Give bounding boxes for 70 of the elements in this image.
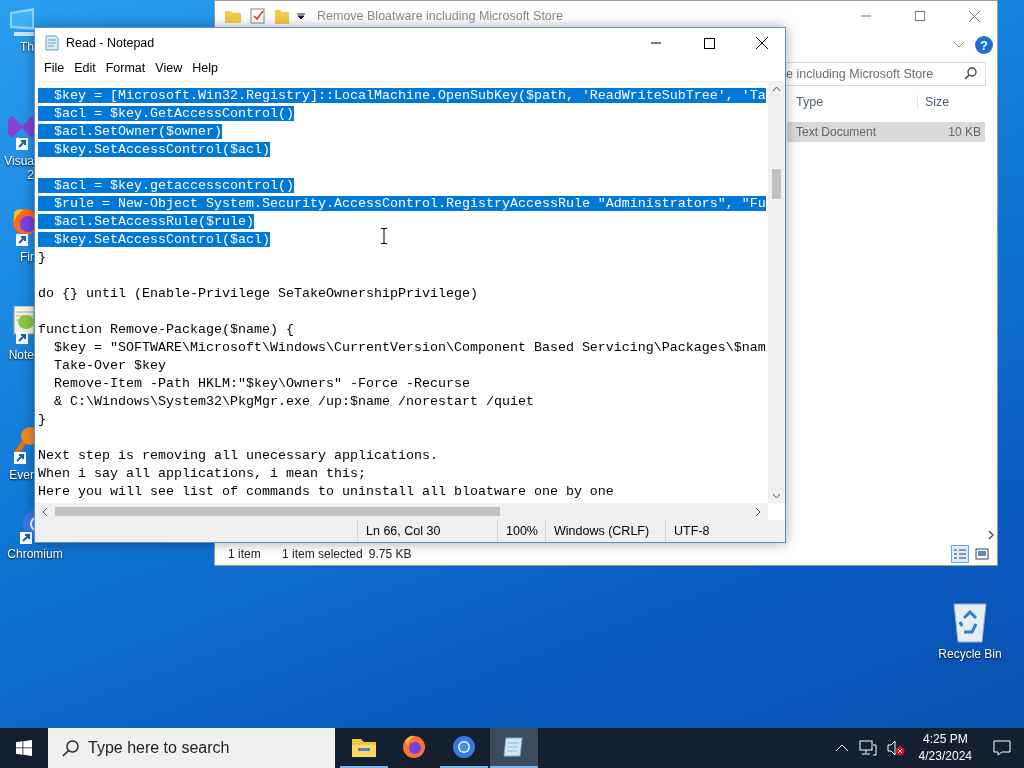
windows-logo-icon bbox=[16, 740, 32, 756]
icon-label[interactable]: Fir bbox=[20, 250, 34, 264]
clock[interactable]: 4:25 PM 4/23/2024 bbox=[914, 731, 980, 765]
code-line: Next step is removing all unecessary applications. bbox=[38, 448, 438, 463]
encoding: UTF-8 bbox=[665, 520, 785, 542]
window-title: Remove Bloatware including Microsoft Store bbox=[317, 9, 563, 23]
icon-label[interactable]: Recycle Bin bbox=[938, 647, 1002, 661]
table-cell-text: 10 KB bbox=[947, 125, 982, 139]
maximize-icon bbox=[703, 37, 715, 49]
selection-size: 9.75 KB bbox=[368, 547, 412, 561]
scroll-left-icon[interactable] bbox=[41, 506, 49, 517]
code-line: Remove-Item -Path HKLM:"$key\Owners" -Force -Recurse bbox=[53, 376, 470, 391]
folder-icon bbox=[352, 737, 376, 757]
line-ending: Windows (CRLF) bbox=[545, 520, 665, 542]
file-row[interactable]: Text Document 10 KB bbox=[787, 122, 985, 142]
icon-label[interactable]: Chromium bbox=[7, 547, 63, 561]
notepad-icon bbox=[43, 35, 59, 51]
taskbar-app-button[interactable] bbox=[490, 728, 538, 768]
menu-item[interactable]: Format bbox=[100, 61, 151, 75]
cursor-position: Ln 66, Col 30 bbox=[357, 520, 497, 542]
browser-icon bbox=[452, 735, 476, 759]
code-line: } bbox=[38, 412, 46, 427]
zoom-level: 100% bbox=[497, 520, 545, 542]
code-line: $key = "SOFTWARE\Microsoft\Windows\CurrentVersion\Component Based Servicing\Packages\$nam bbox=[53, 340, 766, 355]
menu-item[interactable]: Help bbox=[187, 61, 223, 75]
search-field[interactable]: Type here to search bbox=[48, 728, 335, 768]
code-line: do {} until (Enable-Privilege SeTakeOwnershipPrivilege) bbox=[38, 286, 478, 301]
scroll-right-icon[interactable] bbox=[754, 506, 762, 517]
code-line: Here you will see list of commands to uninstall all bloatware one by one bbox=[38, 484, 614, 499]
menu-item[interactable]: Edit bbox=[69, 61, 101, 75]
help-button[interactable]: ? bbox=[975, 36, 993, 54]
volume-muted-icon[interactable] bbox=[886, 740, 905, 756]
chevron-up-icon[interactable] bbox=[834, 744, 849, 752]
column-header[interactable]: Size bbox=[918, 95, 950, 109]
item-count: 1 item bbox=[228, 547, 262, 561]
horizontal-scrollbar[interactable] bbox=[35, 503, 768, 520]
window-title: Read - Notepad bbox=[66, 36, 155, 50]
details-view-button[interactable] bbox=[951, 545, 969, 563]
view-button[interactable] bbox=[973, 545, 991, 563]
vertical-scrollbar[interactable] bbox=[768, 82, 785, 503]
selection-count: 1 item selected bbox=[282, 547, 363, 561]
code-line: When i say all applications, i mean this; bbox=[38, 466, 366, 481]
text-cursor-icon bbox=[380, 228, 388, 244]
chevron-down-icon[interactable] bbox=[953, 41, 965, 49]
search-icon bbox=[62, 740, 79, 757]
code-line: function Remove-Package($name) { bbox=[38, 322, 294, 337]
code-line: & C:\Windows\System32\PkgMgr.exe /up:$name /norestart /quiet bbox=[53, 394, 534, 409]
notepad-icon bbox=[502, 736, 526, 758]
properties-icon[interactable] bbox=[249, 8, 267, 24]
code-line: Take-Over $key bbox=[53, 358, 166, 373]
menu-item[interactable]: File bbox=[39, 61, 70, 75]
menu-item[interactable]: View bbox=[150, 61, 188, 75]
search-icon[interactable] bbox=[964, 67, 977, 80]
network-icon[interactable] bbox=[858, 740, 877, 756]
column-header[interactable]: Type bbox=[787, 95, 918, 109]
scroll-thumb[interactable] bbox=[55, 507, 500, 516]
search-field[interactable]: e including Microsoft Store bbox=[786, 62, 986, 86]
table-cell-text: Text Document bbox=[795, 125, 878, 139]
icon-label[interactable]: Note bbox=[8, 348, 34, 362]
scroll-thumb[interactable] bbox=[772, 169, 781, 199]
globe-icon bbox=[402, 735, 426, 759]
dropdown-caret-icon[interactable] bbox=[297, 12, 305, 20]
icon-label[interactable]: Ever bbox=[9, 468, 34, 482]
close-icon bbox=[968, 10, 980, 22]
maximize-icon bbox=[915, 11, 925, 21]
scroll-right-icon[interactable] bbox=[987, 529, 995, 540]
monitor-icon bbox=[8, 8, 34, 38]
code-line: } bbox=[38, 250, 46, 265]
close-icon bbox=[756, 37, 768, 49]
recycle-bin-icon bbox=[950, 600, 990, 644]
